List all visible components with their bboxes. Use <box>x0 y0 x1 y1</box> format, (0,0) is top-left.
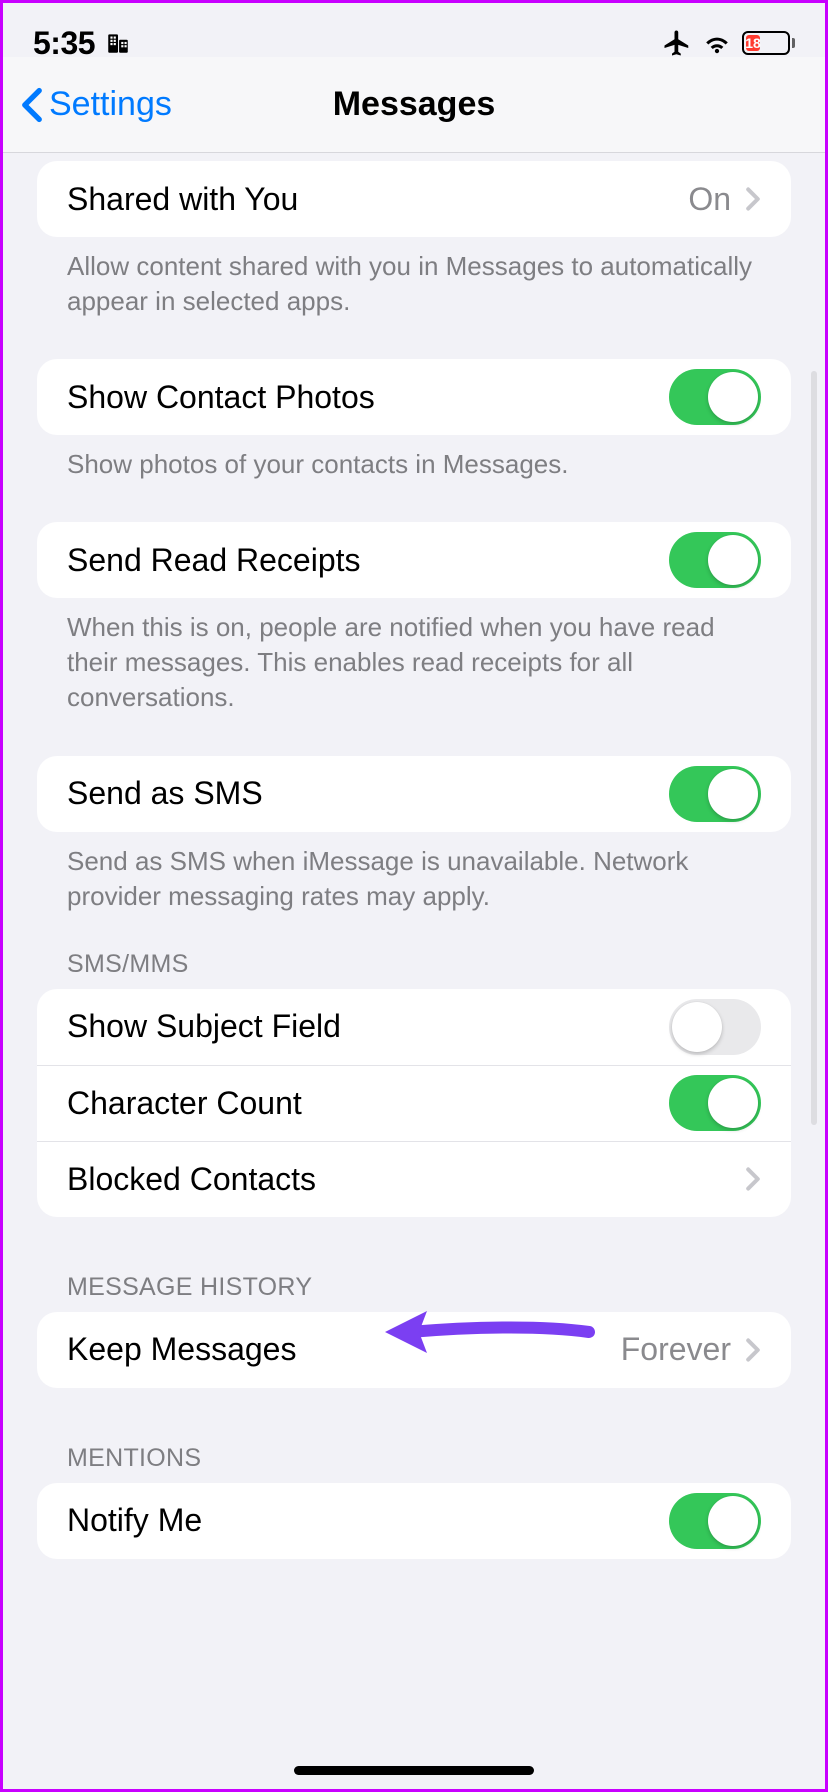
cell-label: Keep Messages <box>67 1331 296 1368</box>
home-indicator[interactable] <box>294 1766 534 1775</box>
nav-bar: Settings Messages <box>3 57 825 153</box>
message-history-header: MESSAGE HISTORY <box>37 1273 791 1312</box>
chevron-right-icon <box>745 186 761 212</box>
cell-label: Shared with You <box>67 181 298 218</box>
shared-with-you-cell[interactable]: Shared with You On <box>37 161 791 237</box>
send-as-sms-toggle[interactable] <box>669 766 761 822</box>
send-read-receipts-cell[interactable]: Send Read Receipts <box>37 522 791 598</box>
status-left: 5:35 <box>33 25 131 62</box>
show-subject-field-toggle[interactable] <box>669 999 761 1055</box>
chevron-right-icon <box>745 1337 761 1363</box>
back-button[interactable]: Settings <box>21 85 172 124</box>
building-icon <box>105 30 131 56</box>
mentions-header: MENTIONS <box>37 1444 791 1483</box>
show-contact-photos-toggle[interactable] <box>669 369 761 425</box>
send-as-sms-cell[interactable]: Send as SMS <box>37 756 791 832</box>
keep-messages-cell[interactable]: Keep Messages Forever <box>37 1312 791 1388</box>
nav-title: Messages <box>333 85 496 124</box>
status-time: 5:35 <box>33 25 95 62</box>
wifi-icon <box>702 31 732 55</box>
cell-value: Forever <box>621 1331 731 1368</box>
smsmms-header: SMS/MMS <box>37 950 791 989</box>
cell-label: Notify Me <box>67 1502 202 1539</box>
blocked-contacts-cell[interactable]: Blocked Contacts <box>37 1141 791 1217</box>
cell-value: On <box>688 181 731 218</box>
cell-label: Show Contact Photos <box>67 379 375 416</box>
chevron-right-icon <box>745 1166 761 1192</box>
cell-label: Character Count <box>67 1085 302 1122</box>
notify-me-cell[interactable]: Notify Me <box>37 1483 791 1559</box>
cell-label: Blocked Contacts <box>67 1161 316 1198</box>
photos-footer: Show photos of your contacts in Messages… <box>37 435 791 482</box>
show-contact-photos-cell[interactable]: Show Contact Photos <box>37 359 791 435</box>
character-count-cell[interactable]: Character Count <box>37 1065 791 1141</box>
settings-scroll[interactable]: Shared with You On Allow content shared … <box>3 161 825 1789</box>
scrollbar[interactable] <box>811 371 817 1125</box>
airplane-mode-icon <box>662 28 692 58</box>
battery-percent: 18 <box>745 35 761 51</box>
character-count-toggle[interactable] <box>669 1075 761 1131</box>
back-label: Settings <box>49 85 172 124</box>
cell-label: Send as SMS <box>67 775 263 812</box>
cell-label: Send Read Receipts <box>67 542 361 579</box>
receipts-footer: When this is on, people are notified whe… <box>37 598 791 715</box>
sms-footer: Send as SMS when iMessage is unavailable… <box>37 832 791 914</box>
battery-indicator: 18 <box>742 31 795 55</box>
notify-me-toggle[interactable] <box>669 1493 761 1549</box>
send-read-receipts-toggle[interactable] <box>669 532 761 588</box>
cell-label: Show Subject Field <box>67 1008 341 1045</box>
status-right: 18 <box>662 28 795 58</box>
show-subject-field-cell[interactable]: Show Subject Field <box>37 989 791 1065</box>
shared-footer: Allow content shared with you in Message… <box>37 237 791 319</box>
status-bar: 5:35 18 <box>3 3 825 57</box>
